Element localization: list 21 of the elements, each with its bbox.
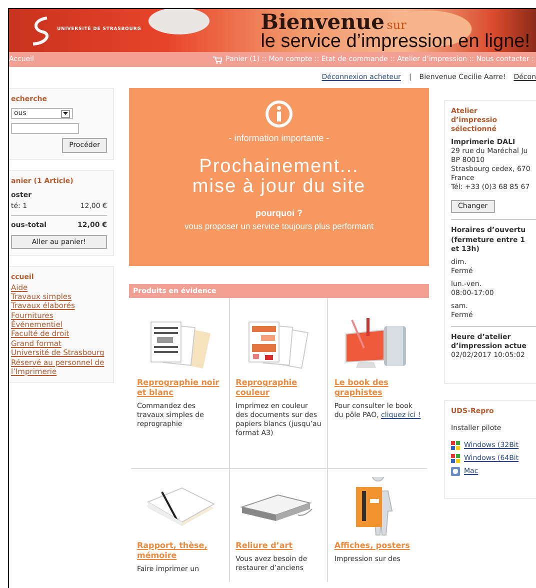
cart-icon (212, 56, 222, 64)
notice-headline: Prochainement... (198, 157, 360, 177)
product-link[interactable]: Reprographie couleur (236, 378, 322, 398)
notice-question: pourquoi ? (254, 206, 304, 220)
notice-label: - information importante - (228, 132, 330, 145)
product-link[interactable]: Reliure d’art (236, 541, 322, 551)
info-icon (265, 100, 293, 128)
mac-icon (451, 466, 460, 476)
product-link[interactable]: Reprographie noir et blanc (137, 378, 223, 398)
product-link[interactable]: Le book des graphistes (334, 378, 421, 398)
welcome-title: sur (386, 18, 406, 32)
windows-icon (451, 440, 460, 450)
notice-text: vous proposer un service toujours plus performant (184, 220, 374, 234)
welcome-subtitle: le service d’impression en ligne! (260, 32, 530, 50)
notice-headline: mise à jour du site (191, 176, 367, 197)
welcome-title: Bienvenue (260, 9, 385, 34)
caret-icon (63, 112, 68, 115)
search-field[interactable] (11, 123, 79, 134)
product-link[interactable]: Rapport, thèse, mémoire (137, 541, 223, 561)
windows-icon (451, 454, 460, 463)
product-link[interactable]: Affiches, posters (334, 541, 421, 551)
